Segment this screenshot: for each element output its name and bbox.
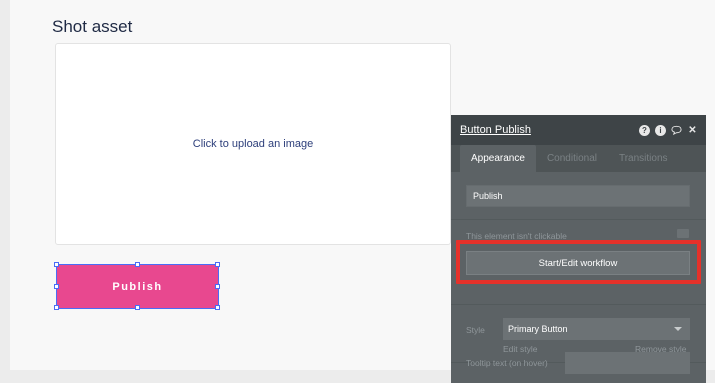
button-text-field[interactable]: Publish [466, 185, 690, 207]
not-clickable-checkbox[interactable] [677, 229, 689, 238]
panel-title[interactable]: Button Publish [460, 124, 531, 136]
resize-handle-bottom-left[interactable] [54, 305, 59, 310]
resize-handle-top-center[interactable] [135, 262, 140, 267]
edit-style-link[interactable]: Edit style [503, 344, 538, 354]
divider [451, 219, 706, 220]
panel-header-icons: ? i ✕ [639, 124, 698, 136]
resize-handle-bottom-right[interactable] [215, 305, 220, 310]
tab-appearance[interactable]: Appearance [460, 145, 536, 172]
resize-handle-top-right[interactable] [215, 262, 220, 267]
close-icon[interactable]: ✕ [687, 125, 698, 136]
comment-icon[interactable] [671, 125, 682, 136]
image-uploader[interactable]: Click to upload an image [55, 43, 451, 245]
info-icon[interactable]: i [655, 124, 666, 136]
chevron-down-icon [674, 327, 682, 331]
style-dropdown-value: Primary Button [508, 324, 568, 334]
panel-header: Button Publish ? i ✕ [451, 115, 706, 145]
resize-handle-middle-left[interactable] [54, 284, 59, 289]
page-title: Shot asset [52, 17, 133, 36]
uploader-text: Click to upload an image [192, 138, 314, 150]
publish-button[interactable]: Publish [57, 265, 218, 308]
publish-button-selection[interactable]: Publish [54, 262, 220, 310]
style-label: Style [466, 325, 485, 335]
tooltip-label: Tooltip text (on hover) [466, 358, 548, 368]
divider [451, 304, 706, 305]
panel-tabs: Appearance Conditional Transitions [451, 145, 706, 172]
resize-handle-top-left[interactable] [54, 262, 59, 267]
resize-handle-bottom-center[interactable] [135, 305, 140, 310]
help-icon[interactable]: ? [639, 124, 650, 136]
tab-conditional[interactable]: Conditional [536, 145, 608, 172]
resize-handle-middle-right[interactable] [215, 284, 220, 289]
style-dropdown[interactable]: Primary Button [503, 318, 690, 340]
tooltip-input[interactable] [565, 352, 690, 374]
highlight-box [456, 240, 701, 284]
tab-transitions[interactable]: Transitions [608, 145, 679, 172]
